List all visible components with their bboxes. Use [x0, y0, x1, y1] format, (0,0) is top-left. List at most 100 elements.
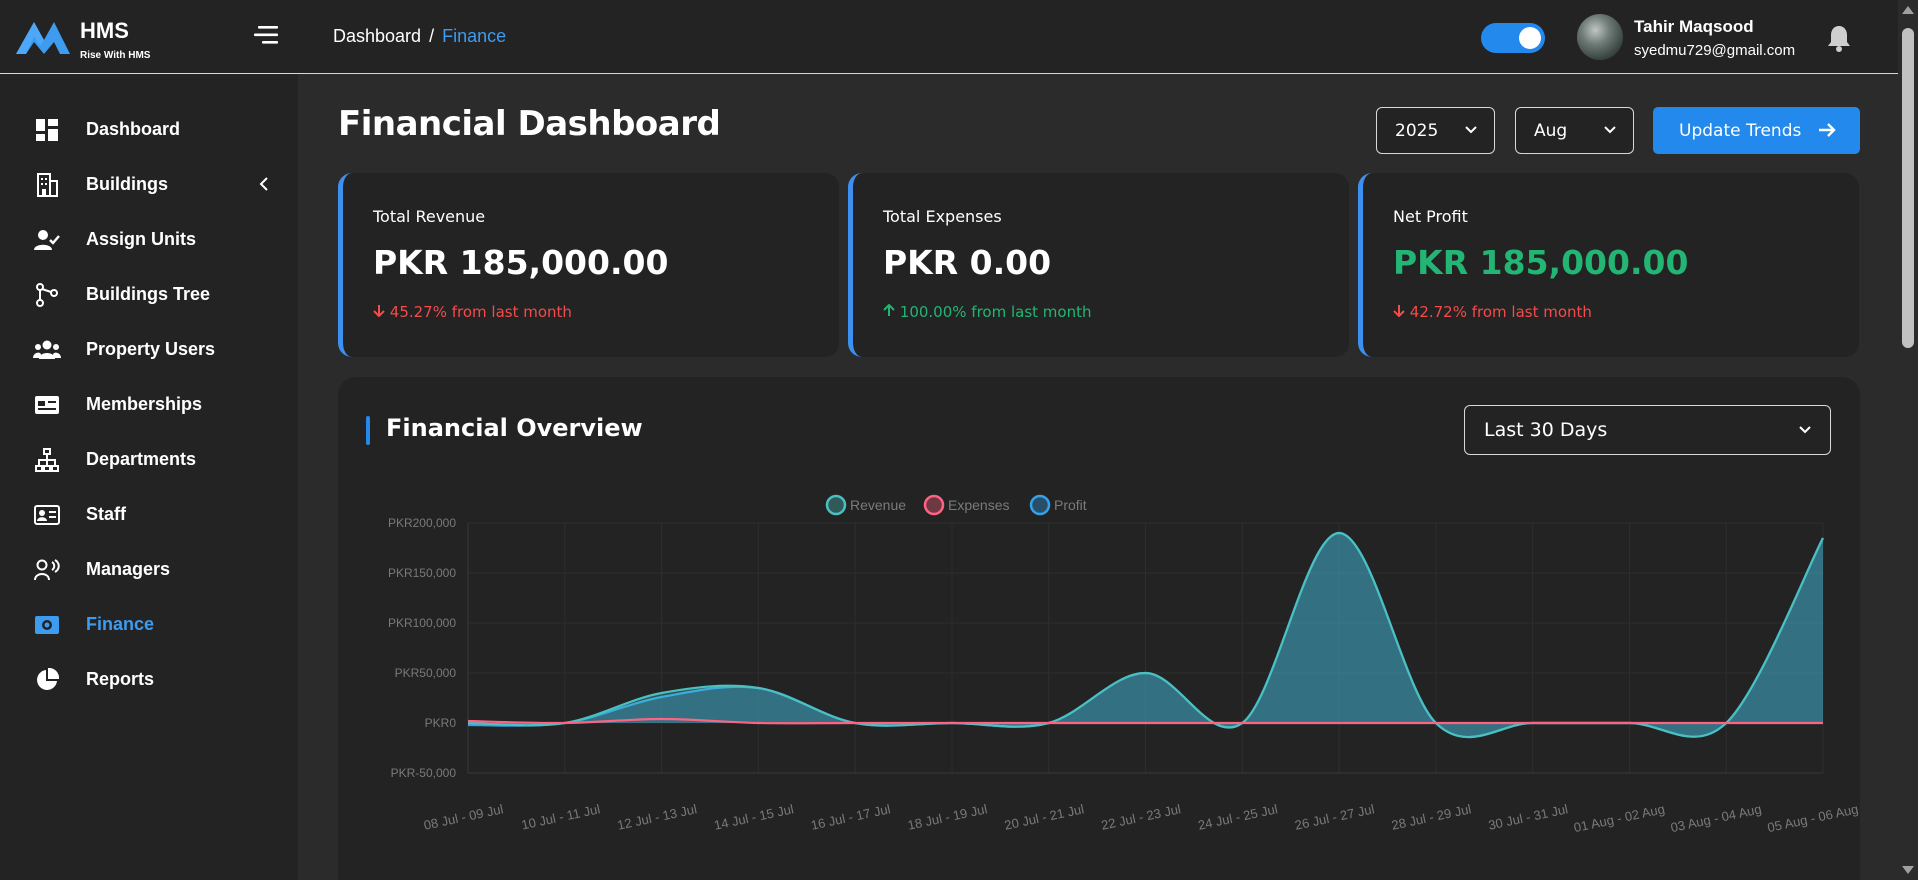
x-tick-label: 20 Jul - 21 Jul [1003, 801, 1085, 833]
pie-chart-icon [33, 667, 61, 693]
month-select-value: Aug [1534, 120, 1568, 141]
sidebar-item-label: Assign Units [86, 229, 197, 249]
total-revenue-card: Total Revenue PKR 185,000.00 45.27% from… [338, 173, 839, 357]
chevron-down-icon [1465, 126, 1477, 134]
sidebar-item-label: Reports [86, 669, 155, 689]
id-card-icon [33, 502, 61, 528]
x-tick-label: 28 Jul - 29 Jul [1390, 801, 1472, 833]
date-range-value: Last 30 Days [1484, 419, 1608, 441]
net-profit-card: Net Profit PKR 185,000.00 42.72% from la… [1358, 173, 1859, 357]
legend-marker-revenue [825, 494, 847, 516]
date-range-select[interactable]: Last 30 Days [1464, 405, 1831, 455]
dashboard-icon [33, 117, 61, 143]
x-tick-label: 14 Jul - 15 Jul [713, 801, 795, 833]
month-select[interactable]: Aug [1515, 107, 1634, 154]
users-icon [33, 337, 61, 363]
sidebar-item-label: Property Users [86, 339, 216, 359]
manager-icon [33, 557, 61, 583]
arrow-right-icon [1819, 123, 1836, 137]
brand-tagline: Rise With HMS [80, 50, 151, 61]
scroll-up-icon[interactable] [1902, 6, 1914, 14]
user-check-icon [33, 227, 61, 253]
arrow-down-icon [1393, 305, 1405, 318]
brand-header: HMS Rise With HMS [0, 0, 298, 74]
breadcrumb-current: Finance [442, 26, 507, 46]
membership-card-icon [33, 392, 61, 418]
sidebar-item-label: Managers [86, 559, 171, 579]
x-tick-label: 08 Jul - 09 Jul [422, 801, 504, 833]
building-icon [33, 172, 61, 198]
toggle-knob [1519, 27, 1541, 49]
sidebar-item-label: Dashboard [86, 119, 181, 139]
sidebar-item-staff[interactable]: Staff [0, 487, 298, 542]
page-title: Financial Dashboard [338, 104, 721, 144]
legend-label-expenses: Expenses [948, 497, 1009, 513]
sidebar-item-memberships[interactable]: Memberships [0, 377, 298, 432]
sidebar-item-assign-units[interactable]: Assign Units [0, 212, 298, 267]
legend-label-revenue: Revenue [850, 497, 906, 513]
sidebar-item-property-users[interactable]: Property Users [0, 322, 298, 377]
legend-label-profit: Profit [1054, 497, 1087, 513]
sidebar-item-buildings-tree[interactable]: Buildings Tree [0, 267, 298, 322]
card-change-text: 100.00% from last month [899, 303, 1092, 321]
card-title: Total Expenses [883, 207, 1002, 226]
total-expenses-card: Total Expenses PKR 0.00 100.00% from las… [848, 173, 1349, 357]
brand-name: HMS [80, 18, 129, 43]
sidebar-item-finance[interactable]: Finance [0, 597, 298, 652]
sidebar-item-label: Buildings Tree [86, 284, 211, 304]
x-tick-label: 01 Aug - 02 Aug [1572, 801, 1666, 835]
x-tick-label: 12 Jul - 13 Jul [616, 801, 698, 833]
x-tick-label: 16 Jul - 17 Jul [809, 801, 891, 833]
bell-icon[interactable] [1827, 24, 1851, 52]
sidebar-nav: Dashboard Buildings Assign Units Buildin… [0, 102, 298, 707]
sidebar-item-dashboard[interactable]: Dashboard [0, 102, 298, 157]
card-value: PKR 185,000.00 [373, 243, 669, 282]
x-tick-label: 30 Jul - 31 Jul [1487, 801, 1569, 833]
breadcrumb-root-link[interactable]: Dashboard [333, 26, 421, 46]
update-trends-label: Update Trends [1679, 120, 1802, 141]
card-change-text: 42.72% from last month [1409, 303, 1592, 321]
hms-logo-icon [16, 22, 70, 54]
sidebar-item-label: Departments [86, 449, 197, 469]
avatar[interactable] [1577, 14, 1623, 60]
arrow-down-icon [373, 305, 385, 318]
legend-marker-expenses [923, 494, 945, 516]
user-email: syedmu729@gmail.com [1634, 42, 1796, 59]
card-title: Total Revenue [373, 207, 486, 226]
x-tick-label: 24 Jul - 25 Jul [1197, 801, 1279, 833]
top-bar: Dashboard / Finance Tahir Maqsood syedmu72… [298, 0, 1898, 74]
update-trends-button[interactable]: Update Trends [1653, 107, 1860, 154]
x-tick-label: 03 Aug - 04 Aug [1669, 801, 1763, 835]
sidebar-item-label: Staff [86, 504, 126, 524]
card-change: 100.00% from last month [883, 303, 1091, 321]
chevron-down-icon [1799, 426, 1811, 434]
card-value: PKR 185,000.00 [1393, 243, 1689, 282]
theme-toggle[interactable] [1481, 23, 1545, 53]
chevron-down-icon [1604, 126, 1616, 134]
page-scrollbar[interactable] [1898, 0, 1918, 880]
x-tick-label: 26 Jul - 27 Jul [1293, 801, 1375, 833]
chevron-left-icon[interactable] [258, 176, 270, 192]
sidebar-item-buildings[interactable]: Buildings [0, 157, 298, 212]
y-tick-label: PKR150,000 [388, 566, 456, 580]
year-select[interactable]: 2025 [1376, 107, 1495, 154]
scroll-down-icon[interactable] [1902, 866, 1914, 874]
y-tick-label: PKR0 [425, 716, 457, 730]
panel-title: Financial Overview [386, 414, 643, 442]
y-tick-label: PKR200,000 [388, 516, 456, 530]
sidebar-item-label: Buildings [86, 174, 168, 194]
sidebar-item-label: Memberships [86, 394, 203, 414]
title-accent-bar [366, 416, 370, 445]
sidebar-item-managers[interactable]: Managers [0, 542, 298, 597]
sidebar-item-reports[interactable]: Reports [0, 652, 298, 707]
tree-icon [33, 282, 61, 308]
menu-toggle-icon[interactable] [254, 24, 280, 46]
card-title: Net Profit [1393, 207, 1468, 226]
y-tick-label: PKR100,000 [388, 616, 456, 630]
sidebar-item-departments[interactable]: Departments [0, 432, 298, 487]
user-name: Tahir Maqsood [1634, 17, 1754, 36]
x-tick-label: 10 Jul - 11 Jul [520, 801, 601, 832]
breadcrumb-separator: / [429, 26, 435, 46]
scroll-thumb[interactable] [1902, 28, 1914, 348]
sidebar-item-label: Finance [86, 614, 155, 634]
